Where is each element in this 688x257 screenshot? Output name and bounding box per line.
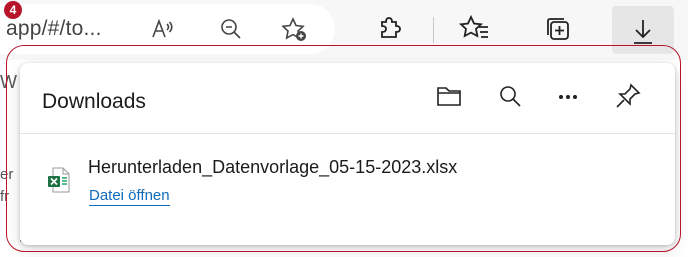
add-favorite-icon[interactable] xyxy=(281,16,307,42)
background-text-fragment: er xyxy=(0,166,14,183)
step-number-badge: 4 xyxy=(4,1,22,19)
open-file-link[interactable]: Datei öffnen xyxy=(89,187,170,206)
address-url[interactable]: app/#/to... xyxy=(6,17,102,41)
panel-divider xyxy=(20,133,675,134)
zoom-out-icon[interactable] xyxy=(218,16,244,42)
downloads-panel-title: Downloads xyxy=(42,90,146,113)
pin-icon[interactable] xyxy=(612,80,644,112)
collections-icon[interactable] xyxy=(542,13,574,45)
background-text-fragment: W xyxy=(0,72,17,92)
toolbar-separator xyxy=(433,17,434,43)
excel-file-icon xyxy=(48,167,70,193)
download-file-name[interactable]: Herunterladen_Datenvorlage_05-15-2023.xl… xyxy=(88,157,457,178)
address-bar[interactable]: app/#/to... xyxy=(0,4,335,54)
search-icon[interactable] xyxy=(494,80,526,112)
more-options-icon[interactable] xyxy=(552,80,584,112)
favorites-icon[interactable] xyxy=(459,13,491,45)
browser-toolbar: app/#/to... xyxy=(0,0,688,60)
background-text-fragment: fr xyxy=(0,188,10,205)
extensions-icon[interactable] xyxy=(373,13,405,45)
downloads-icon xyxy=(627,15,659,47)
folder-icon[interactable] xyxy=(433,80,465,112)
downloads-panel: Downloads Herunterladen_Datenvorlage_05-… xyxy=(20,63,675,245)
read-aloud-icon[interactable] xyxy=(150,16,176,42)
downloads-button[interactable] xyxy=(612,6,674,54)
